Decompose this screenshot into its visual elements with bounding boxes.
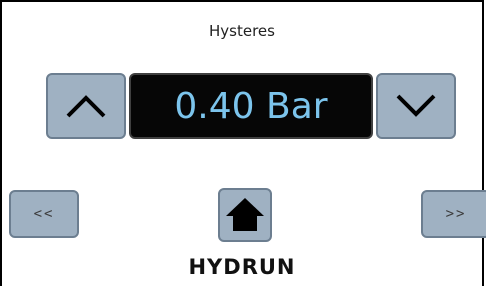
screen-title: Hysteres bbox=[209, 22, 275, 40]
chevron-up-icon bbox=[66, 95, 106, 118]
previous-page-button[interactable]: << bbox=[9, 190, 79, 238]
value-display: 0.40 Bar bbox=[129, 73, 373, 139]
previous-page-label: << bbox=[33, 206, 55, 222]
hysteresis-screen: Hysteres 0.40 Bar << >> HYDRUN bbox=[0, 0, 486, 286]
next-page-label: >> bbox=[445, 206, 467, 222]
chevron-down-icon bbox=[396, 94, 436, 117]
home-button[interactable] bbox=[218, 188, 272, 242]
increase-button[interactable] bbox=[46, 73, 126, 139]
next-page-button[interactable]: >> bbox=[421, 190, 486, 238]
brand-logo: HYDRUN bbox=[188, 255, 296, 279]
home-icon bbox=[226, 198, 264, 231]
decrease-button[interactable] bbox=[376, 73, 456, 139]
